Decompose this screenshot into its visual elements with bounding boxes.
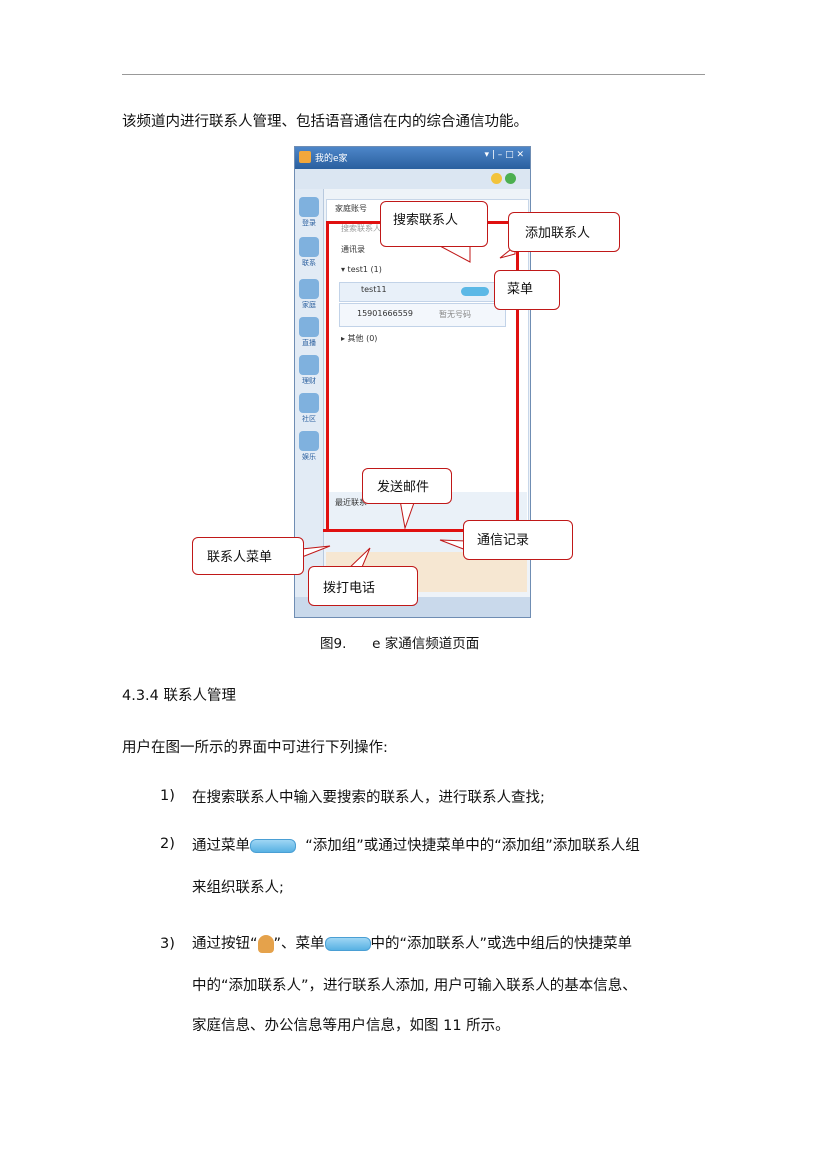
list-item-2-pre: 通过菜单 xyxy=(192,838,250,854)
add-contact-user-icon xyxy=(257,935,274,953)
menu-pill-icon xyxy=(324,937,371,951)
callout-add-contact: 添加联系人 xyxy=(508,212,620,252)
list-item-2-cont: 来组织联系人; xyxy=(192,880,284,896)
figure-caption: 图9. e 家通信频道页面 xyxy=(320,636,480,652)
callout-search: 搜索联系人 xyxy=(380,201,488,247)
list-item-3-post: 中的“添加联系人”或选中组后的快捷菜单 xyxy=(370,936,633,952)
list-item-2: 通过菜单 “添加组”或通过快捷菜单中的“添加组”添加联系人组 xyxy=(192,836,640,856)
list-item-3-cont2: 家庭信息、办公信息等用户信息，如图 11 所示。 xyxy=(192,1018,510,1034)
list-item-3-mid: ”、菜单 xyxy=(273,936,325,952)
list-item-2-post: “添加组”或通过快捷菜单中的“添加组”添加联系人组 xyxy=(296,838,640,854)
section-heading: 4.3.4 联系人管理 xyxy=(122,688,237,704)
callout-menu: 菜单 xyxy=(494,270,560,310)
callout-comm-record: 通信记录 xyxy=(463,520,573,560)
list-item-3-pre: 通过按钮“ xyxy=(192,936,258,952)
list-number: 3) xyxy=(160,936,175,952)
menu-pill-icon xyxy=(250,839,296,853)
list-item-1: 在搜索联系人中输入要搜索的联系人，进行联系人查找; xyxy=(192,790,545,806)
list-item-3: 通过按钮“ ”、菜单 中的“添加联系人”或选中组后的快捷菜单 xyxy=(192,934,632,954)
callout-contact-menu: 联系人菜单 xyxy=(192,537,304,575)
callout-dial: 拨打电话 xyxy=(308,566,418,606)
list-number: 2) xyxy=(160,836,175,852)
lead-text: 用户在图一所示的界面中可进行下列操作: xyxy=(122,740,388,756)
list-item-3-cont: 中的“添加联系人”，进行联系人添加, 用户可输入联系人的基本信息、 xyxy=(192,978,637,994)
list-number: 1) xyxy=(160,788,175,804)
callout-send-mail: 发送邮件 xyxy=(362,468,452,504)
